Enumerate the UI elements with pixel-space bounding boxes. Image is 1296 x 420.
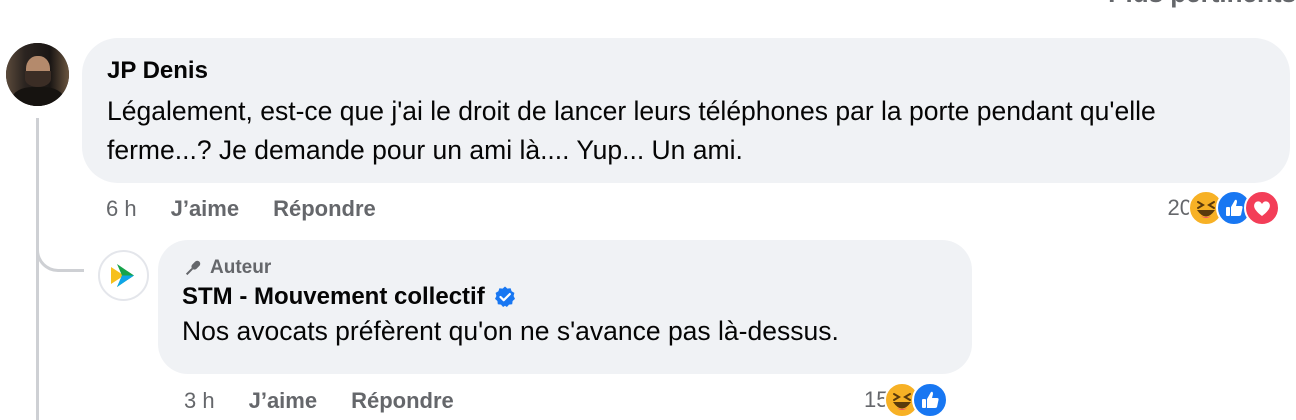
author-badge-label: Auteur bbox=[210, 257, 272, 278]
comment-text: Légalement, est-ce que j'ai le droit de … bbox=[107, 96, 1156, 165]
reply-button[interactable]: Répondre bbox=[273, 196, 376, 222]
reply-reaction-summary[interactable]: 15 bbox=[864, 382, 949, 418]
reply-author-name[interactable]: STM - Mouvement collectif bbox=[182, 282, 485, 312]
reply-bubble: Auteur STM - Mouvement collectif Nos avo… bbox=[158, 240, 972, 374]
thread-line-branch bbox=[36, 228, 84, 272]
sort-dropdown-label[interactable]: Plus pertinents bbox=[1108, 0, 1296, 9]
like-button[interactable]: J’aime bbox=[171, 196, 240, 222]
avatar[interactable] bbox=[6, 43, 69, 106]
comment-author-name[interactable]: JP Denis bbox=[107, 56, 1264, 86]
author-badge: Auteur bbox=[182, 256, 948, 280]
microphone-icon bbox=[185, 260, 201, 276]
like-icon bbox=[912, 382, 949, 418]
reply-reply-button[interactable]: Répondre bbox=[351, 388, 454, 414]
thread-line bbox=[36, 118, 39, 420]
comment-actions: 6 h J’aime Répondre bbox=[106, 196, 376, 222]
reply-actions: 3 h J’aime Répondre bbox=[184, 388, 454, 414]
stm-logo-icon bbox=[111, 264, 134, 287]
verified-badge-icon bbox=[494, 286, 515, 307]
comment-bubble: JP Denis Légalement, est-ce que j'ai le … bbox=[82, 38, 1290, 183]
reply-timestamp[interactable]: 3 h bbox=[184, 388, 215, 414]
comment-timestamp[interactable]: 6 h bbox=[106, 196, 137, 222]
reply-text: Nos avocats préfèrent qu'on ne s'avance … bbox=[182, 316, 839, 346]
love-icon bbox=[1244, 190, 1280, 226]
reaction-summary[interactable]: 20 bbox=[1168, 190, 1280, 226]
reply-like-button[interactable]: J’aime bbox=[249, 388, 318, 414]
avatar-stm[interactable] bbox=[98, 250, 149, 301]
